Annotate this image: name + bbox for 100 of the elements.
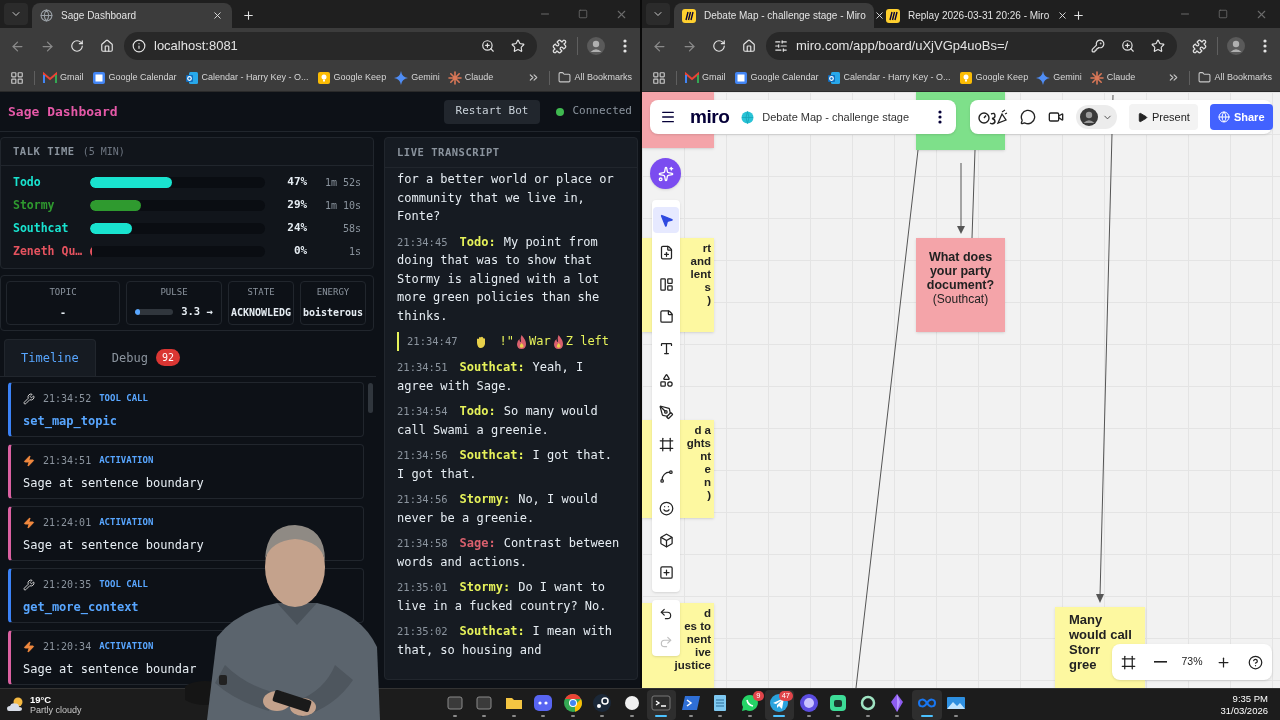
- bookmark-link[interactable]: Google Keep: [316, 70, 387, 85]
- lightbulb-icon: [316, 70, 331, 85]
- note-text: ghts: [686, 437, 711, 450]
- bookmark-link[interactable]: Calendar - Harry Key - O...: [826, 70, 951, 85]
- transcript-entry: 21:34:54 Todo: So many would call Swami a greenie.: [397, 403, 599, 439]
- info-icon: [132, 39, 146, 53]
- transcript-entry: 21:34:56 Stormy: No, I would never be a greenie.: [397, 491, 599, 527]
- panel-subtitle: (5 MIN): [82, 145, 125, 159]
- browser-icon: [562, 692, 583, 713]
- square-logo-icon: [184, 70, 199, 85]
- bookmark-link[interactable]: Google Calendar: [733, 70, 819, 85]
- taskbar-app[interactable]: [646, 689, 676, 720]
- menu-icon: [660, 109, 676, 125]
- bookmark-link[interactable]: Claude: [1089, 70, 1136, 85]
- connector-icon: [658, 468, 674, 484]
- layout-icon: [658, 276, 674, 292]
- card-text: Sage at sentence boundary: [23, 475, 204, 492]
- lightning-icon: [23, 454, 35, 467]
- bookmark-link[interactable]: Gmail: [43, 70, 84, 85]
- function-name: get_more_context: [23, 599, 139, 616]
- stat-label: PULSE: [160, 285, 188, 299]
- all-bookmarks-link[interactable]: All Bookmarks: [558, 70, 632, 85]
- present-button[interactable]: Present: [1129, 104, 1198, 130]
- note-text: d: [703, 607, 711, 620]
- orb-icon: [798, 692, 819, 713]
- talk-duration: 1m 52s: [323, 176, 361, 190]
- note-text: gree: [1069, 657, 1097, 672]
- board-title[interactable]: Debate Map - challenge stage: [762, 108, 910, 126]
- restart-button[interactable]: Restart Bot: [443, 99, 541, 124]
- avatar-icon: [1080, 108, 1098, 126]
- bookmark-link[interactable]: Claude: [447, 70, 494, 85]
- all-bookmarks-link[interactable]: All Bookmarks: [1198, 70, 1272, 85]
- browser-tab[interactable]: Sage Dashboard: [32, 3, 232, 28]
- event-type: ACTIVATION: [99, 453, 154, 467]
- bookmark-link[interactable]: Gmail: [685, 70, 726, 85]
- note-text: ): [707, 489, 711, 502]
- timestamp: 21:34:51: [43, 454, 92, 468]
- panel-tab[interactable]: Debug 92: [95, 339, 196, 376]
- calendar-icon: [91, 70, 106, 85]
- talk-duration: 1m 10s: [323, 199, 361, 213]
- bookmark-link[interactable]: Google Calendar: [91, 70, 177, 85]
- document-plus-icon: [658, 244, 674, 260]
- bookmark-link[interactable]: Gemini: [394, 70, 440, 85]
- tab-title: Debate Map - challenge stage - Miro: [704, 9, 866, 23]
- puzzle-icon: [551, 38, 567, 54]
- close-icon: [211, 10, 223, 21]
- wrench-icon: [23, 392, 35, 405]
- event-type: ACTIVATION: [99, 515, 154, 529]
- smiley-icon: [658, 500, 674, 516]
- transcript-entry: 21:34:51 Southcat: Yeah, I agree with Sage.: [397, 359, 585, 395]
- tab-list-button[interactable]: [4, 3, 28, 25]
- tab-list-button[interactable]: [646, 3, 670, 25]
- event-marker: [397, 332, 399, 351]
- board-logo-icon: [682, 8, 696, 23]
- bookmark-link[interactable]: Google Keep: [958, 70, 1029, 85]
- event-type: TOOL CALL: [99, 391, 148, 405]
- chevrons-icon: [527, 71, 540, 84]
- address-bar[interactable]: localhost:8081: [124, 32, 537, 60]
- talk-percent: 47%: [286, 174, 308, 191]
- panel-title: TALK TIME: [13, 143, 75, 159]
- close-icon: [1057, 10, 1069, 21]
- folder-icon: [558, 71, 572, 84]
- globe-icon: [741, 110, 755, 124]
- url-text: localhost:8081: [154, 37, 239, 56]
- transcript-entry: 21:34:56 Southcat: I got that. I got that.: [397, 447, 614, 483]
- clock-date: 31/03/2026: [1220, 704, 1268, 717]
- dashboard-title: Sage Dashboard: [8, 102, 118, 121]
- timestamp: 21:34:52: [43, 392, 92, 406]
- avatar-icon: [1227, 37, 1245, 55]
- bookmark-link[interactable]: Gemini: [1036, 70, 1082, 85]
- star-icon: [511, 39, 525, 53]
- note-text: What does your party document?: [925, 250, 996, 292]
- tab-title: Replay 2026-03-31 20:26 - Miro: [908, 9, 1050, 23]
- mail-icon: [685, 70, 699, 85]
- browser-tab[interactable]: Replay 2026-03-31 20:26 - Miro: [878, 3, 1062, 28]
- timestamp: 21:20:34: [43, 640, 92, 654]
- stat-value: -: [60, 305, 66, 320]
- panel-tab[interactable]: Timeline: [4, 339, 96, 376]
- frame-icon: [658, 436, 674, 452]
- plus-icon: [1071, 8, 1085, 22]
- address-bar[interactable]: miro.com/app/board/uXjVGp4uoBs=/: [766, 32, 1177, 60]
- taskbar-app[interactable]: [912, 689, 942, 720]
- share-button[interactable]: Share: [1209, 104, 1273, 130]
- speaker-name: Stormy: [13, 196, 56, 214]
- stat-value: boisterous: [302, 305, 364, 320]
- sliders-icon: [774, 39, 788, 53]
- sparkle-icon: [394, 70, 409, 85]
- lightning-icon: [23, 640, 35, 653]
- lightning-icon: [23, 516, 35, 529]
- note-author: (Southcat): [932, 292, 989, 306]
- reload-icon: [712, 39, 726, 53]
- collaborators-button[interactable]: [1076, 105, 1117, 129]
- talk-percent: 0%: [292, 243, 308, 260]
- ai-assist-button[interactable]: [650, 158, 681, 189]
- square-logo-icon: [826, 70, 841, 85]
- bookmark-link[interactable]: Calendar - Harry Key - O...: [184, 70, 309, 85]
- talk-duration: 58s: [341, 222, 361, 236]
- transcript-entry: 21:35:02 Southcat: I mean with that, so housing and: [397, 623, 614, 659]
- mail-icon: [43, 70, 57, 85]
- scrollbar-thumb[interactable]: [368, 383, 373, 413]
